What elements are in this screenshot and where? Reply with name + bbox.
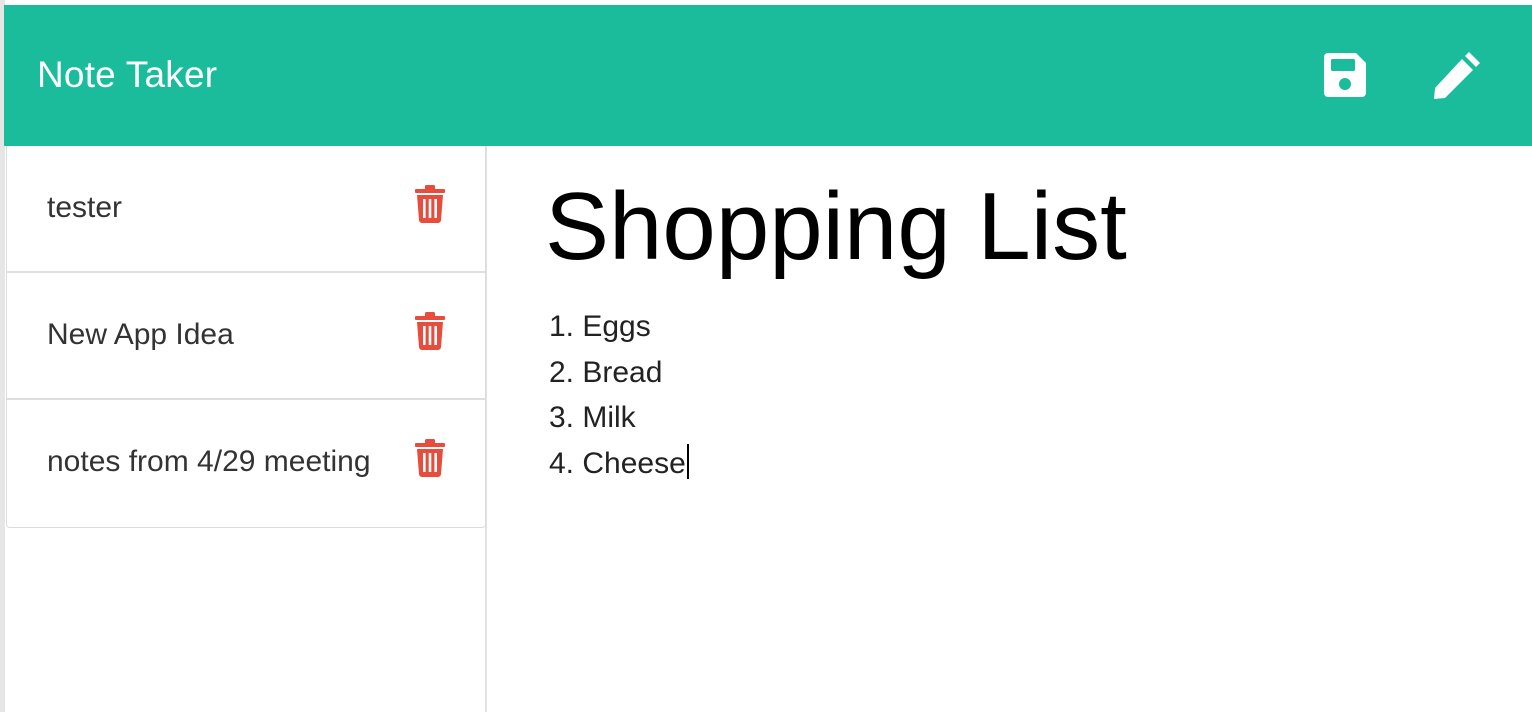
save-note-button[interactable]	[1322, 51, 1368, 99]
trash-icon	[415, 312, 445, 350]
text-cursor	[686, 443, 689, 479]
trash-icon	[415, 185, 445, 223]
note-title-input[interactable]: Shopping List	[545, 172, 1127, 282]
list-item[interactable]: tester	[7, 146, 485, 273]
list-item[interactable]: New App Idea	[7, 273, 485, 400]
app-window: Note Taker tester New App Idea notes fro…	[0, 0, 1532, 712]
note-title: tester	[47, 191, 123, 224]
note-title: notes from 4/29 meeting	[47, 445, 371, 478]
pencil-icon	[1434, 52, 1480, 99]
note-editor: Shopping List 1. Eggs 2. Bread 3. Milk 4…	[487, 146, 1532, 712]
note-list: tester New App Idea notes from 4/29 meet…	[6, 146, 486, 528]
delete-note-button[interactable]	[414, 312, 446, 350]
header-bar: Note Taker	[4, 5, 1532, 146]
trash-icon	[415, 439, 445, 477]
save-icon	[1324, 53, 1366, 97]
new-note-button[interactable]	[1431, 49, 1483, 101]
note-line: 2. Bread	[549, 355, 663, 389]
notes-sidebar: tester New App Idea notes from 4/29 meet…	[5, 146, 487, 712]
delete-note-button[interactable]	[414, 439, 446, 477]
list-item[interactable]: notes from 4/29 meeting	[7, 400, 485, 527]
note-text-area[interactable]: 1. Eggs 2. Bread 3. Milk 4. Cheese	[549, 304, 1449, 486]
note-line: 3. Milk	[549, 401, 636, 434]
delete-note-button[interactable]	[414, 185, 446, 223]
note-line-text: 4. Cheese	[549, 446, 686, 480]
note-line-last: 4. Cheese	[549, 441, 1449, 487]
app-title: Note Taker	[37, 54, 218, 95]
note-line: 1. Eggs	[549, 310, 651, 343]
note-title: New App Idea	[47, 318, 234, 351]
